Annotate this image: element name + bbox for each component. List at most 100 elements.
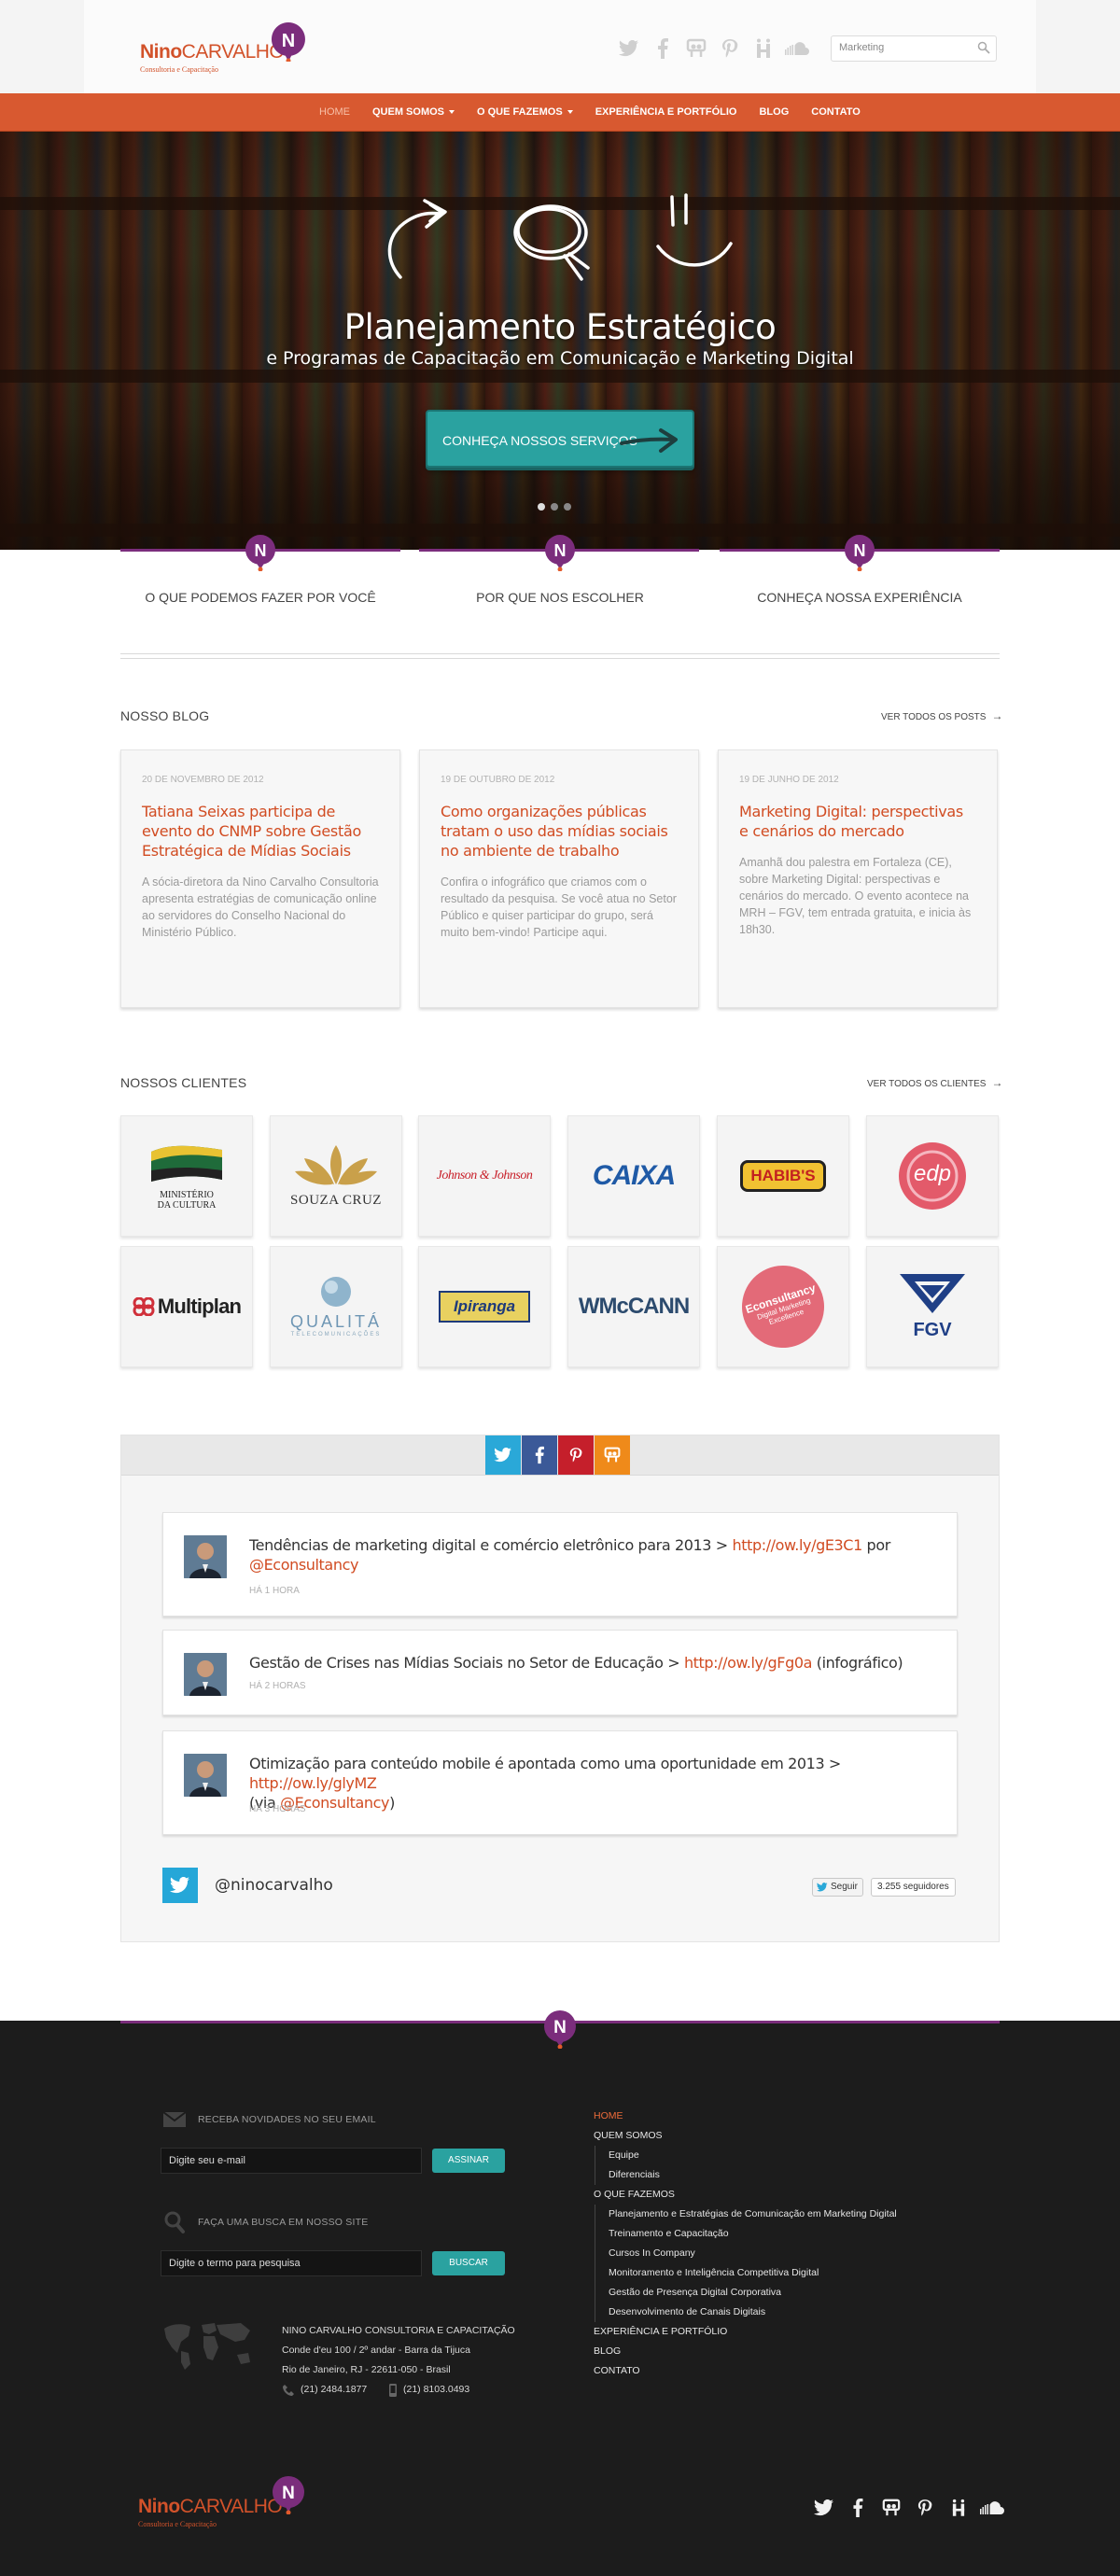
tab-slideshare[interactable] [595,1435,630,1475]
client-logo-ministerio-cultura[interactable]: MINISTÉRIO DA CULTURA [120,1115,253,1237]
chevron-down-icon [449,110,455,115]
client-logo-souza-cruz[interactable]: SOUZA CRUZ [270,1115,402,1237]
hi5-icon[interactable] [946,2496,971,2520]
slideshare-icon[interactable] [879,2496,903,2520]
slider-dot[interactable] [538,503,545,511]
facebook-icon[interactable] [650,35,676,62]
client-logo-johnson[interactable]: Johnson & Johnson [418,1115,551,1237]
tweet-link[interactable]: http://ow.ly/gE3C1 [732,1536,862,1554]
post-excerpt: Amanhã dou palestra em Fortaleza (CE), s… [739,856,972,936]
client-logo-habibs[interactable]: HABIB'S [717,1115,849,1237]
avatar[interactable] [184,1754,227,1797]
soundcloud-icon[interactable] [784,35,810,62]
client-name: Johnson & Johnson [436,1169,533,1183]
follow-button[interactable]: Seguir [812,1878,863,1897]
twitter-icon[interactable] [812,2496,836,2520]
footer-link-gestao[interactable]: Gestão de Presença Digital Corporativa [595,2283,897,2303]
post-title[interactable]: Marketing Digital: perspectivas e cenári… [739,802,976,841]
company-mobile[interactable]: (21) 8103.0493 [403,2384,469,2395]
footer-link-cursos[interactable]: Cursos In Company [595,2244,897,2263]
feature-link-experience[interactable]: CONHEÇA NOSSA EXPERIÊNCIA [710,590,1009,605]
footer-link-blog[interactable]: BLOG [594,2342,897,2361]
slideshare-icon[interactable] [683,35,709,62]
footer-link-o-que-fazemos[interactable]: O QUE FAZEMOS [594,2185,897,2205]
n-badge-icon: N [545,535,575,571]
client-logo-ipiranga[interactable]: Ipiranga [418,1246,551,1367]
site-search-input[interactable]: Digite o termo para pesquisa [161,2250,422,2276]
footer-link-monitoramento[interactable]: Monitoramento e Inteligência Competitiva… [595,2263,897,2283]
arrow-right-icon: → [991,709,1003,722]
footer-link-home[interactable]: HOME [594,2107,897,2126]
nav-item-quem-somos[interactable]: QUEM SOMOS [361,93,466,131]
tab-facebook[interactable] [522,1435,557,1475]
nav-item-home[interactable]: HOME [308,93,361,131]
client-logo-qualita[interactable]: QUALITÁ TELECOMUNICAÇÕES [270,1246,402,1367]
pinterest-icon[interactable] [913,2496,937,2520]
slider-dot[interactable] [564,503,571,511]
tweet-card: Tendências de marketing digital e comérc… [162,1512,958,1617]
footer-sitemap: HOME QUEM SOMOS Equipe Diferenciais O QU… [594,2107,897,2381]
search-input[interactable] [832,36,970,59]
client-logo-fgv[interactable]: FGV [866,1246,999,1367]
nav-item-experiencia[interactable]: EXPERIÊNCIA E PORTFÓLIO [584,93,749,131]
nav-item-o-que-fazemos[interactable]: O QUE FAZEMOS [466,93,584,131]
twitter-icon [817,1883,828,1892]
blog-post-card[interactable]: 19 DE OUTUBRO DE 2012 Como organizações … [419,749,699,1008]
company-phone[interactable]: (21) 2484.1877 [301,2384,367,2395]
footer-link-contato[interactable]: CONTATO [594,2361,897,2381]
view-all-posts-link[interactable]: VER TODOS OS POSTS → [881,709,1002,722]
avatar[interactable] [184,1535,227,1578]
view-all-clients-link[interactable]: VER TODOS OS CLIENTES → [867,1076,1002,1089]
blog-post-card[interactable]: 20 DE NOVEMBRO DE 2012 Tatiana Seixas pa… [120,749,400,1008]
tab-pinterest[interactable] [558,1435,594,1475]
footer-logo[interactable]: NinoCARVALHO Consultoria e Capacitação N [138,2475,325,2531]
tweet-link[interactable]: http://ow.ly/gFg0a [684,1654,813,1672]
twitter-icon[interactable] [616,35,642,62]
nav-item-contato[interactable]: CONTATO [800,93,872,131]
footer-link-experiencia[interactable]: EXPERIÊNCIA E PORTFÓLIO [594,2322,897,2342]
tweet-link[interactable]: http://ow.ly/glyMZ [249,1774,377,1792]
site-search-button[interactable]: BUSCAR [432,2251,505,2275]
avatar[interactable] [184,1653,227,1696]
footer-link-desenvolvimento[interactable]: Desenvolvimento de Canais Digitais [595,2303,897,2322]
facebook-icon [535,1446,544,1464]
footer-link-quem-somos[interactable]: QUEM SOMOS [594,2126,897,2146]
section-divider [120,653,1000,659]
services-cta-button[interactable]: CONHEÇA NOSSOS SERVIÇOS [426,410,694,468]
twitter-handle[interactable]: @ninocarvalho [215,1876,333,1895]
client-logo-caixa[interactable]: CAIXA [567,1115,700,1237]
pinterest-icon[interactable] [717,35,743,62]
tweet-body: ) [389,1794,395,1812]
slider-dot[interactable] [551,503,558,511]
tab-twitter[interactable] [485,1435,521,1475]
client-logo-multiplan[interactable]: Multiplan [120,1246,253,1367]
client-logo-edp[interactable]: edp [866,1115,999,1237]
footer-link-treinamento[interactable]: Treinamento e Capacitação [595,2224,897,2244]
search-icon[interactable] [977,41,990,54]
tweet-mention[interactable]: @Econsultancy [249,1556,358,1574]
feature-link-what-we-do[interactable]: O QUE PODEMOS FAZER POR VOCÊ [111,590,410,605]
blog-post-card[interactable]: 19 DE JUNHO DE 2012 Marketing Digital: p… [718,749,998,1008]
soundcloud-icon[interactable] [980,2496,1004,2520]
client-name: WMcCANN [578,1294,690,1319]
post-title[interactable]: Tatiana Seixas participa de evento do CN… [142,802,379,861]
facebook-icon[interactable] [846,2496,870,2520]
subscribe-button[interactable]: ASSINAR [432,2149,505,2173]
client-subname: TELECOMUNICAÇÕES [290,1332,382,1337]
post-excerpt: Confira o infográfico que criamos com o … [441,875,677,939]
footer-link-diferenciais[interactable]: Diferenciais [595,2165,897,2185]
arrow-right-icon [620,428,678,453]
feature-link-why-us[interactable]: POR QUE NOS ESCOLHER [411,590,709,605]
clients-section-title: NOSSOS CLIENTES [120,1075,247,1090]
post-excerpt: A sócia-diretora da Nino Carvalho Consul… [142,875,379,939]
site-logo[interactable]: NinoCARVALHO Consultoria e Capacitação N [140,22,327,78]
footer-link-planejamento[interactable]: Planejamento e Estratégias de Comunicaçã… [595,2205,897,2224]
newsletter-email-input[interactable]: Digite seu e-mail [161,2148,422,2174]
hi5-icon[interactable] [750,35,777,62]
nav-item-blog[interactable]: BLOG [748,93,800,131]
footer-link-equipe[interactable]: Equipe [595,2146,897,2165]
twitter-badge[interactable] [162,1868,198,1903]
client-logo-wmccann[interactable]: WMcCANN [567,1246,700,1367]
post-title[interactable]: Como organizações públicas tratam o uso … [441,802,678,861]
client-logo-econsultancy[interactable]: Econsultancy Digital Marketing Excellenc… [717,1246,849,1367]
